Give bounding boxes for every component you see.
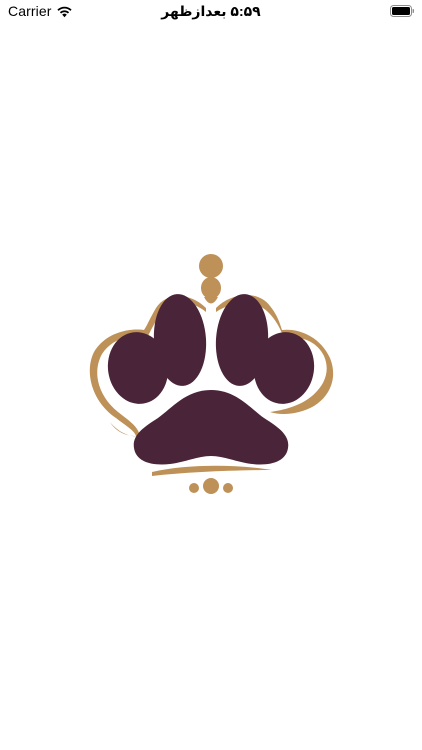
crown-dot-right bbox=[223, 483, 233, 493]
status-time: ۵:۵۹ بعدازظهر bbox=[161, 3, 261, 19]
crown-stem bbox=[201, 277, 221, 299]
crown-stem-neck bbox=[204, 297, 218, 304]
crowned-paw-logo bbox=[86, 250, 336, 494]
battery-full-icon bbox=[390, 5, 414, 17]
crown-bottom-swoosh bbox=[152, 465, 272, 476]
splash-screen: Carrier ۵:۵۹ بعدازظهر bbox=[0, 0, 422, 750]
crown-dot-center bbox=[203, 478, 219, 494]
crown-top-ball bbox=[199, 254, 223, 278]
crown-dot-left bbox=[189, 483, 199, 493]
paw-main-pad bbox=[133, 390, 289, 465]
status-bar: Carrier ۵:۵۹ بعدازظهر bbox=[0, 0, 422, 24]
